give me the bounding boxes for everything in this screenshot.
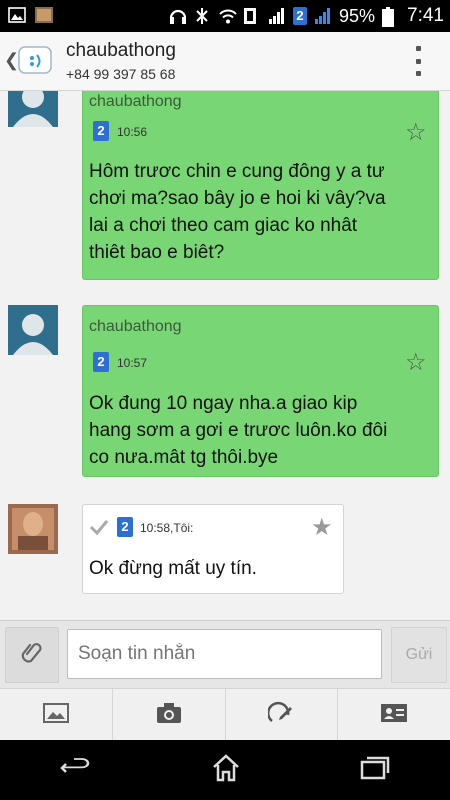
message-thread[interactable]: chaubathong 2 10:56 ☆ Hôm trươc chin e c… — [0, 91, 450, 620]
sim-badge: 2 — [292, 7, 307, 25]
signal-strength-sim2-icon — [314, 7, 332, 25]
contact-phone: +84 99 397 85 68 — [66, 66, 176, 82]
camera-button[interactable] — [113, 689, 226, 741]
action-bar: ❮ chaubathong +84 99 397 85 68 — [0, 32, 450, 91]
gallery-notification-icon — [8, 6, 26, 24]
message-time: 10:56 — [117, 125, 148, 139]
bluetooth-off-icon — [193, 7, 211, 25]
overflow-menu-icon[interactable] — [416, 46, 422, 76]
signal-strength-icon — [268, 7, 286, 25]
contact-name: chaubathong — [66, 40, 176, 61]
pencil-icon — [267, 701, 294, 730]
contact-card-icon — [380, 702, 408, 729]
message-text: Hôm trươc chin e cung đông y a tư chơi m… — [89, 161, 386, 263]
recent-apps-icon[interactable] — [360, 756, 390, 785]
message-sender: chaubathong — [89, 93, 182, 110]
attach-button[interactable] — [5, 627, 59, 683]
send-button[interactable]: Gửi — [391, 627, 447, 683]
back-icon[interactable] — [59, 756, 92, 785]
star-icon[interactable]: ★ — [311, 513, 333, 542]
home-icon[interactable] — [211, 753, 241, 787]
message-input[interactable] — [67, 629, 382, 679]
sim-badge: 2 — [93, 121, 109, 141]
attach-picture-button[interactable] — [0, 689, 113, 741]
contact-avatar[interactable] — [8, 91, 58, 127]
message-sender: chaubathong — [89, 318, 182, 335]
star-icon[interactable]: ☆ — [405, 348, 427, 377]
paperclip-icon — [21, 640, 43, 671]
camera-icon — [156, 702, 182, 729]
message-time: 10:58,Tôi: — [140, 521, 194, 535]
message-text: Ok đung 10 ngay nha.a giao kip hang sơm … — [89, 393, 388, 468]
message-bubble-incoming[interactable]: chaubathong 2 10:56 ☆ Hôm trươc chin e c… — [82, 91, 439, 280]
attach-contact-button[interactable] — [338, 689, 450, 741]
clock: 7:41 — [407, 5, 444, 26]
wifi-icon — [218, 7, 237, 25]
attachment-toolbar — [0, 688, 450, 741]
headset-icon — [168, 7, 187, 25]
message-text: Ok đừng mất uy tín. — [89, 558, 257, 579]
picture-icon — [42, 702, 69, 729]
data-indicator-icon — [243, 7, 261, 25]
contact-avatar[interactable] — [8, 305, 58, 355]
messaging-app-icon[interactable] — [18, 44, 52, 78]
back-chevron-icon[interactable]: ❮ — [4, 50, 19, 71]
battery-icon — [382, 7, 400, 27]
navigation-bar — [0, 740, 450, 800]
composer: Gửi — [0, 620, 450, 689]
image-notification-icon — [34, 6, 53, 24]
sim-badge: 2 — [117, 517, 133, 537]
message-time: 10:57 — [117, 356, 148, 370]
message-bubble-outgoing[interactable]: 2 10:58,Tôi: ★ Ok đừng mất uy tín. — [82, 504, 344, 594]
star-icon[interactable]: ☆ — [405, 118, 427, 147]
my-avatar[interactable] — [8, 504, 58, 554]
message-bubble-incoming[interactable]: chaubathong 2 10:57 ☆ Ok đung 10 ngay nh… — [82, 305, 439, 477]
draw-button[interactable] — [226, 689, 339, 741]
sim-badge: 2 — [93, 352, 109, 372]
battery-percent: 95% — [338, 5, 376, 26]
delivered-check-icon — [89, 519, 109, 540]
status-bar: 2 95% 7:41 — [0, 0, 450, 32]
